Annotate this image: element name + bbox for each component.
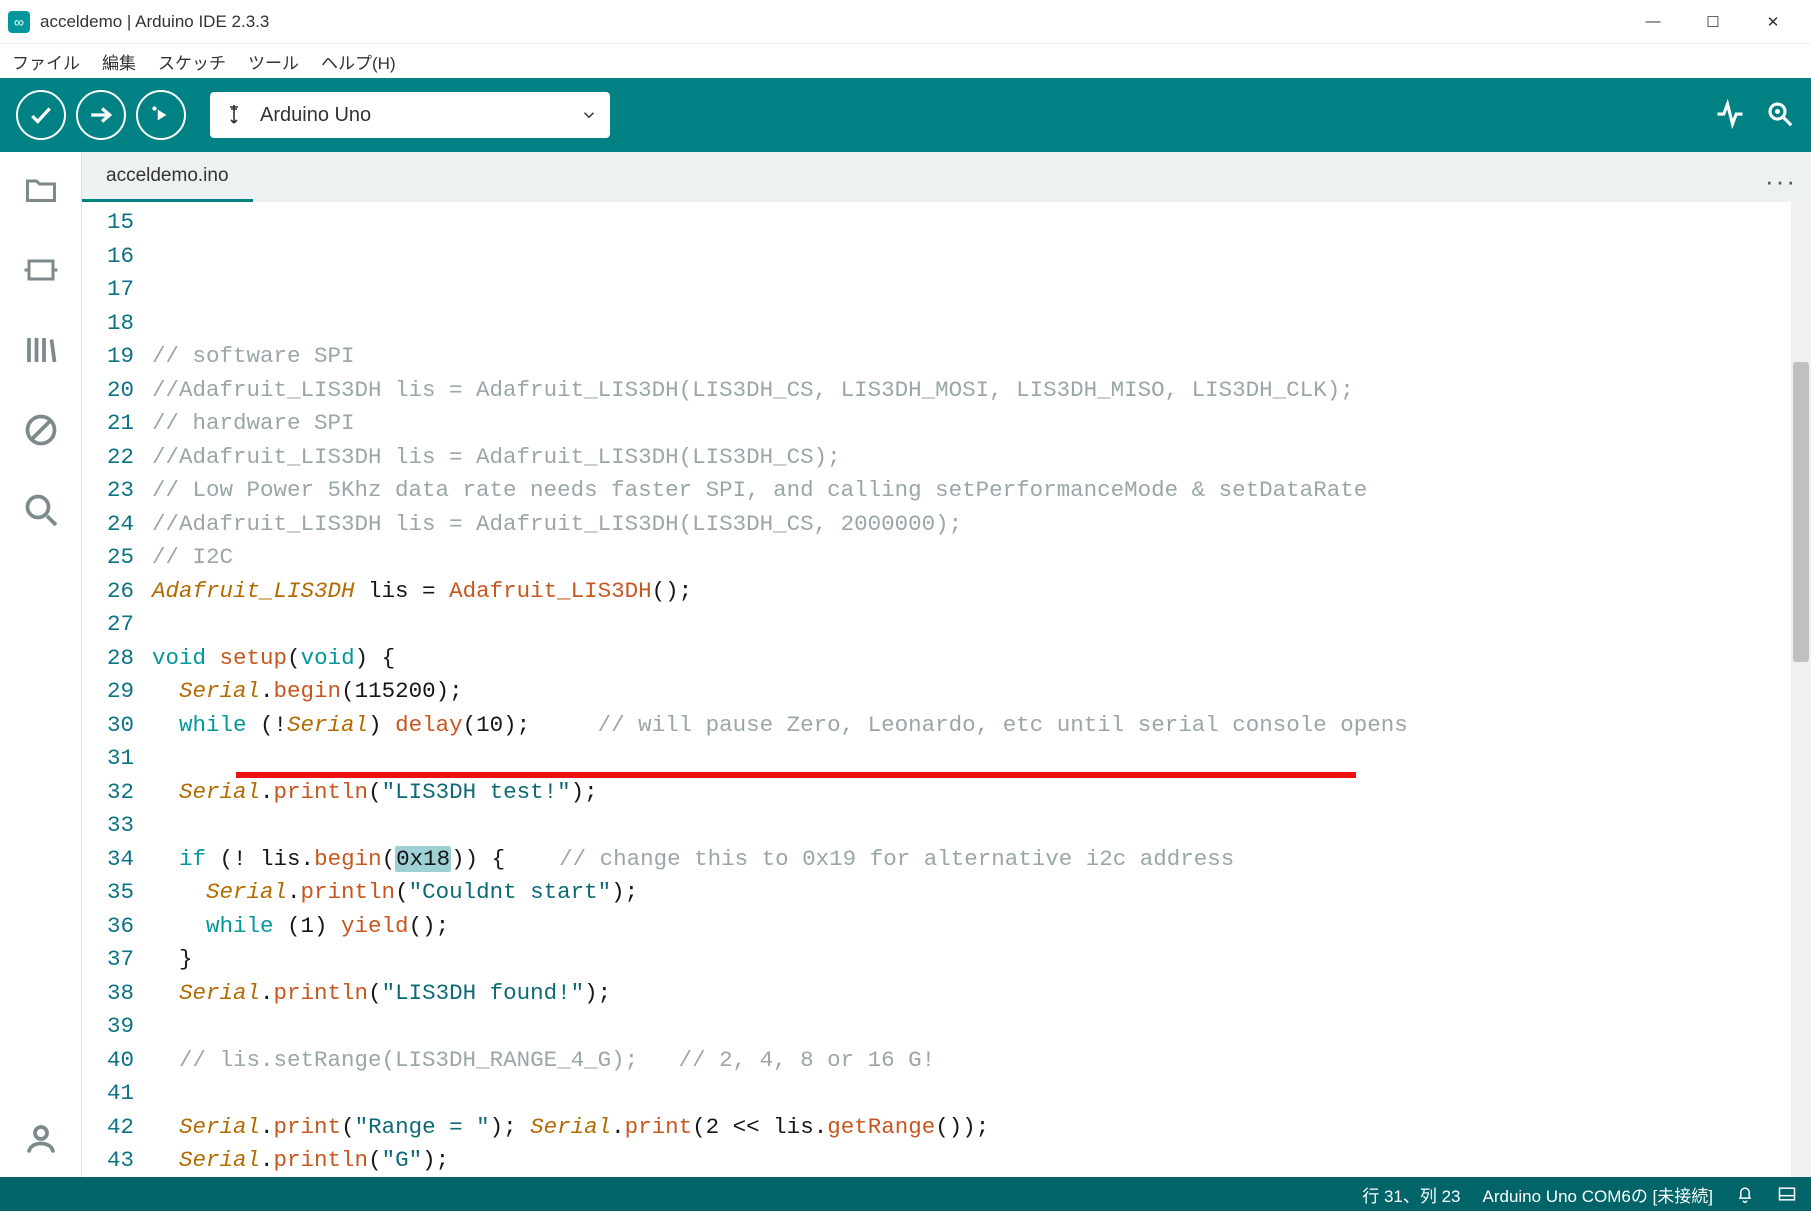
debug-play-icon — [148, 102, 174, 128]
menu-edit[interactable]: 編集 — [102, 49, 136, 74]
no-entry-icon — [23, 412, 59, 448]
chevron-down-icon — [580, 106, 598, 124]
account-button[interactable] — [21, 1119, 61, 1159]
close-button[interactable]: ✕ — [1743, 2, 1803, 42]
toolbar: Arduino Uno — [0, 78, 1811, 152]
title-bar: ∞ acceldemo | Arduino IDE 2.3.3 — ☐ ✕ — [0, 0, 1811, 44]
tab-bar: acceldemo.ino ··· — [82, 152, 1811, 202]
vertical-scrollbar[interactable] — [1791, 202, 1811, 1177]
boards-manager-button[interactable] — [21, 250, 61, 290]
tab-overflow-button[interactable]: ··· — [1765, 166, 1797, 197]
panel-toggle-icon[interactable] — [1777, 1184, 1797, 1204]
arduino-logo-icon: ∞ — [8, 11, 30, 33]
menu-sketch[interactable]: スケッチ — [158, 49, 226, 74]
search-icon — [23, 492, 59, 528]
code-editor[interactable]: 1516171819202122232425262728293031323334… — [82, 202, 1811, 1177]
search-button[interactable] — [21, 490, 61, 530]
toolbar-right — [1715, 99, 1795, 132]
status-cursor-position: 行 31、列 23 — [1362, 1182, 1460, 1207]
arrow-right-icon — [88, 102, 114, 128]
menu-file[interactable]: ファイル — [12, 49, 80, 74]
board-icon — [23, 252, 59, 288]
sketchbook-button[interactable] — [21, 170, 61, 210]
code-content[interactable]: // software SPI//Adafruit_LIS3DH lis = A… — [152, 202, 1811, 1177]
verify-button[interactable] — [16, 90, 66, 140]
pulse-icon — [1715, 99, 1745, 129]
books-icon — [23, 332, 59, 368]
window-controls: — ☐ ✕ — [1623, 2, 1803, 42]
user-icon — [23, 1121, 59, 1157]
check-icon — [28, 102, 54, 128]
serial-monitor-button[interactable] — [1765, 99, 1795, 132]
debug-panel-button[interactable] — [21, 410, 61, 450]
serial-plotter-button[interactable] — [1715, 99, 1745, 132]
library-manager-button[interactable] — [21, 330, 61, 370]
folder-icon — [23, 172, 59, 208]
usb-icon — [222, 103, 246, 127]
activity-bar — [0, 152, 82, 1177]
tab-label: acceldemo.ino — [106, 165, 229, 187]
window-title: acceldemo | Arduino IDE 2.3.3 — [40, 12, 1623, 32]
upload-button[interactable] — [76, 90, 126, 140]
scrollbar-thumb[interactable] — [1793, 362, 1809, 662]
board-selector[interactable]: Arduino Uno — [210, 92, 610, 138]
menu-tools[interactable]: ツール — [248, 49, 299, 74]
status-board-port[interactable]: Arduino Uno COM6の [未接続] — [1482, 1182, 1713, 1207]
board-selector-label: Arduino Uno — [260, 104, 566, 127]
line-gutter: 1516171819202122232425262728293031323334… — [82, 202, 152, 1177]
status-bar: 行 31、列 23 Arduino Uno COM6の [未接続] — [0, 1177, 1811, 1211]
menu-bar: ファイル 編集 スケッチ ツール ヘルプ(H) — [0, 44, 1811, 78]
menu-help[interactable]: ヘルプ(H) — [321, 49, 396, 74]
editor-area: acceldemo.ino ··· 1516171819202122232425… — [82, 152, 1811, 1177]
magnify-icon — [1765, 99, 1795, 129]
bell-icon[interactable] — [1735, 1184, 1755, 1204]
annotation-red-underline — [236, 772, 1356, 778]
tab-acceldemo[interactable]: acceldemo.ino — [82, 152, 253, 202]
maximize-button[interactable]: ☐ — [1683, 2, 1743, 42]
minimize-button[interactable]: — — [1623, 2, 1683, 42]
debug-button[interactable] — [136, 90, 186, 140]
